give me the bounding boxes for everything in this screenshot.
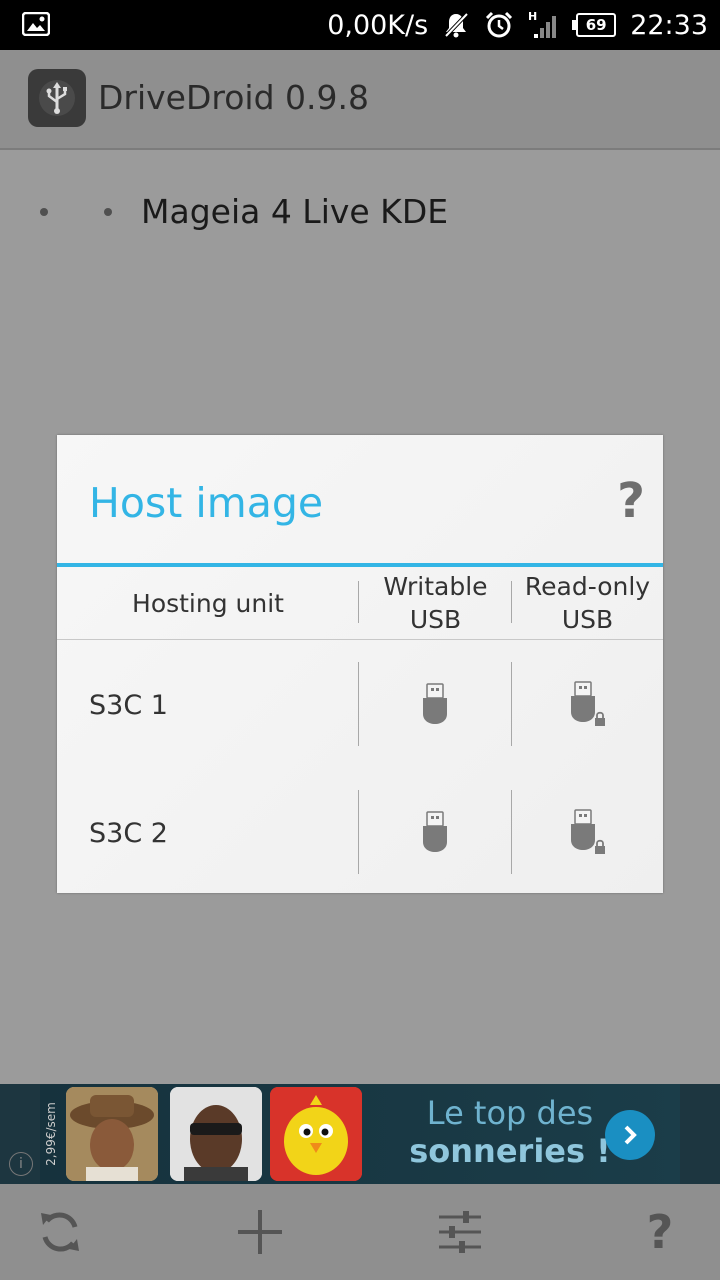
host-writable-usb-button[interactable] [359,662,511,746]
table-row: S3C 1 [57,640,663,768]
table-row: S3C 2 [57,768,663,896]
ad-text: Le top des sonneries ! [400,1094,620,1170]
add-icon[interactable] [230,1202,290,1262]
hosting-unit-label: S3C 1 [89,690,168,721]
ad-price: 2,99€/sem [40,1084,62,1184]
bullet-icon [104,208,112,216]
ad-text-line1: Le top des [426,1094,594,1132]
column-header-hosting-unit: Hosting unit [132,588,284,618]
app-title: DriveDroid 0.9.8 [98,78,369,117]
clock: 22:33 [630,9,708,41]
bell-muted-icon [444,12,469,38]
column-header-readonly: Read-only USB [512,567,663,639]
usb-drive-icon [423,811,447,852]
column-header-writable-line1: Writable [383,572,488,601]
hosting-unit-label: S3C 2 [89,818,168,849]
settings-sliders-icon[interactable] [430,1202,490,1262]
usb-drive-locked-icon [571,809,605,854]
bottom-action-bar: ? [0,1184,720,1280]
ad-thumbnail [270,1087,362,1181]
image-notification-icon [22,12,50,36]
help-button[interactable]: ? [617,473,645,529]
table-header: Hosting unit Writable USB Read-only USB [57,567,663,640]
host-readonly-usb-button[interactable] [512,662,664,746]
column-header-readonly-line1: Read-only [524,572,651,601]
column-header-readonly-line2: USB [561,605,614,634]
refresh-icon[interactable] [30,1202,90,1262]
dialog-title: Host image [89,479,324,527]
image-name: Mageia 4 Live KDE [141,192,449,231]
ad-banner[interactable]: i 2,99€/sem Le top des sonneries ! [0,1084,720,1184]
host-readonly-usb-button[interactable] [512,790,664,874]
action-bar: DriveDroid 0.9.8 [0,50,720,150]
ad-thumbnail [170,1087,262,1181]
column-header-writable-line2: USB [409,605,462,634]
battery-icon: 69 [572,13,617,37]
chevron-right-icon[interactable] [605,1110,655,1160]
network-speed: 0,00K/s [327,9,429,41]
help-icon[interactable]: ? [630,1202,690,1262]
ad-content[interactable]: 2,99€/sem Le top des sonneries ! [40,1084,680,1184]
ad-text-line2: sonneries ! [409,1132,611,1170]
ad-price-text: 2,99€/sem [44,1102,59,1166]
signal-icon: H [528,10,557,38]
status-bar: 0,00K/s H 69 22:33 [0,0,720,50]
svg-text:H: H [528,10,537,23]
alarm-icon [486,11,513,38]
bullet-icon [40,208,48,216]
column-header-writable: Writable USB [359,567,512,639]
list-item[interactable]: Mageia 4 Live KDE [0,180,720,244]
usb-drive-locked-icon [571,681,605,726]
usb-drive-icon [423,683,447,724]
host-writable-usb-button[interactable] [359,790,511,874]
ad-info-icon[interactable]: i [9,1152,33,1176]
host-image-dialog: Host image ? Hosting unit Writable USB R… [57,435,663,893]
usb-icon[interactable] [28,69,86,127]
ad-thumbnail [66,1087,158,1181]
